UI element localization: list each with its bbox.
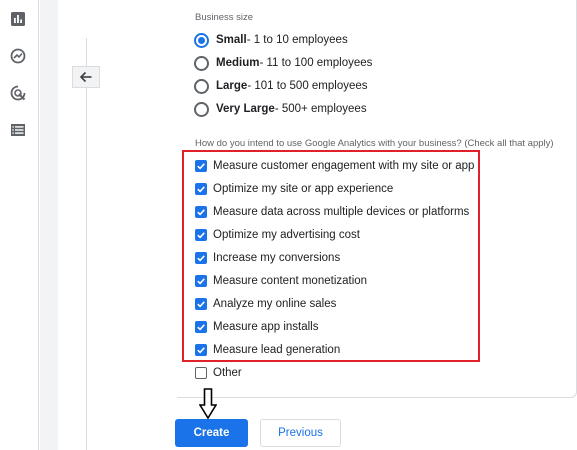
content-gutter [40,0,58,450]
reports-bar-chart-icon[interactable] [9,10,27,28]
radio-option-very-large[interactable]: Very Large - 500+ employees [194,99,367,119]
radio-button[interactable] [194,78,209,94]
checkbox[interactable] [195,367,207,379]
option-detail: - 101 to 500 employees [247,80,368,92]
explore-icon[interactable] [9,47,27,65]
option-name: Very Large [216,103,275,115]
option-name: Small [216,34,247,46]
option-detail: - 11 to 100 employees [259,57,373,69]
checkbox-label: Other [213,367,242,379]
arrow-left-icon [79,71,92,83]
annotation-highlight-box [182,150,480,362]
previous-button[interactable]: Previous [260,419,341,447]
radio-button[interactable] [194,32,209,48]
option-detail: - 1 to 10 employees [246,34,348,46]
checkbox-option-other[interactable]: Other [195,365,242,381]
back-button[interactable] [72,66,100,88]
left-nav-rail [0,0,39,450]
create-button[interactable]: Create [175,419,248,447]
radio-option-medium[interactable]: Medium - 11 to 100 employees [194,53,372,73]
option-detail: - 500+ employees [274,103,367,115]
option-name: Large [216,80,248,92]
intent-label: How do you intend to use Google Analytic… [195,138,554,149]
configure-list-icon[interactable] [9,121,27,139]
radio-button[interactable] [194,101,209,117]
radio-button[interactable] [194,55,209,71]
stepper-line [86,38,87,450]
radio-option-large[interactable]: Large - 101 to 500 employees [194,76,368,96]
down-arrow-pointer-icon [199,388,217,420]
business-size-label: Business size [195,12,254,23]
radio-option-small[interactable]: Small - 1 to 10 employees [194,30,348,50]
advertising-target-icon[interactable] [9,84,27,102]
option-name: Medium [216,57,260,69]
